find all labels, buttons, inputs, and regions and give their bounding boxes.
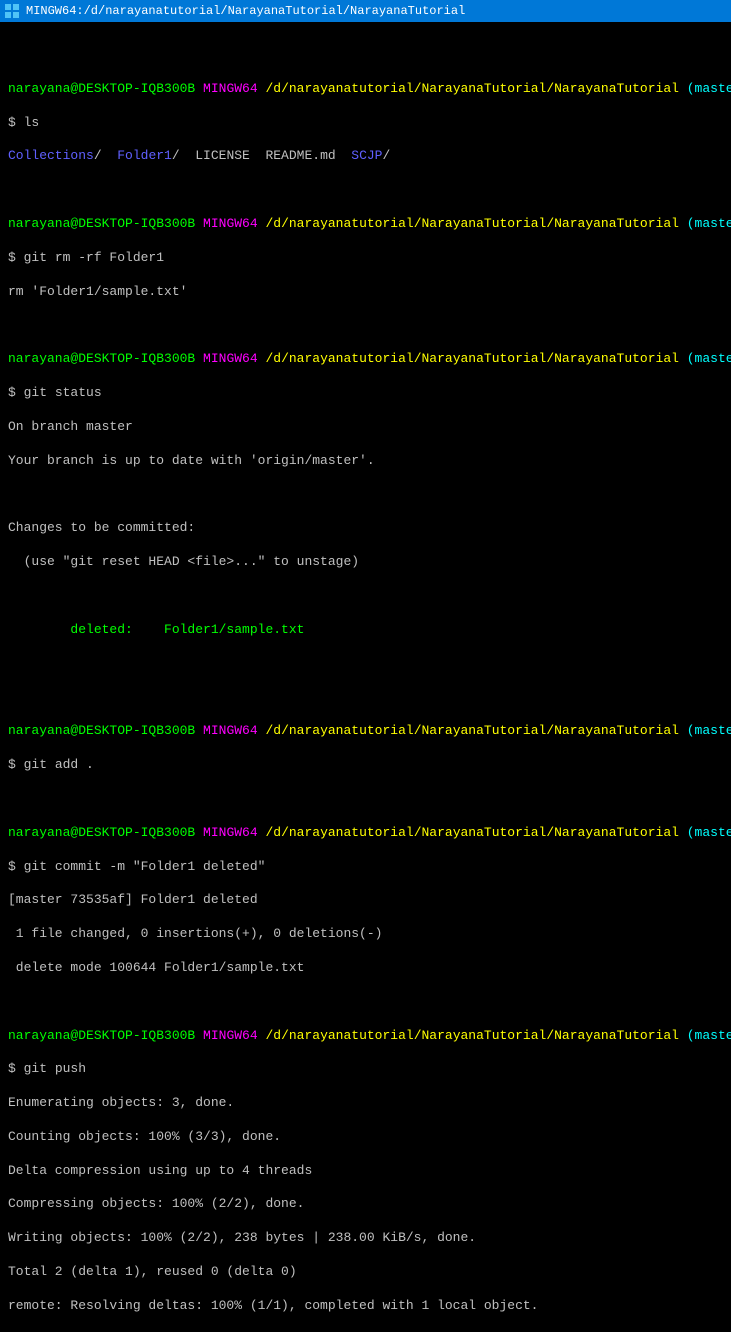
command-line: $ git status: [8, 385, 723, 402]
output-line: On branch master: [8, 419, 723, 436]
command-line: $ ls: [8, 115, 723, 132]
output-line: Writing objects: 100% (2/2), 238 bytes |…: [8, 1230, 723, 1247]
output-line: Delta compression using up to 4 threads: [8, 1163, 723, 1180]
command-line: $ git add .: [8, 757, 723, 774]
command-line: $ git commit -m "Folder1 deleted": [8, 859, 723, 876]
output-line: Collections/ Folder1/ LICENSE README.md …: [8, 148, 723, 165]
command-line: $ git rm -rf Folder1: [8, 250, 723, 267]
output-line: delete mode 100644 Folder1/sample.txt: [8, 960, 723, 977]
output-line: Changes to be committed:: [8, 520, 723, 537]
output-line: Counting objects: 100% (3/3), done.: [8, 1129, 723, 1146]
output-line: Total 2 (delta 1), reused 0 (delta 0): [8, 1264, 723, 1281]
prompt-line: narayana@DESKTOP-IQB300B MINGW64 /d/nara…: [8, 351, 723, 368]
output-line: Your branch is up to date with 'origin/m…: [8, 453, 723, 470]
output-line: Enumerating objects: 3, done.: [8, 1095, 723, 1112]
output-line: 1 file changed, 0 insertions(+), 0 delet…: [8, 926, 723, 943]
window-titlebar[interactable]: MINGW64:/d/narayanatutorial/NarayanaTuto…: [0, 0, 731, 22]
command-line: $ git push: [8, 1061, 723, 1078]
prompt-line: narayana@DESKTOP-IQB300B MINGW64 /d/nara…: [8, 216, 723, 233]
terminal-area[interactable]: narayana@DESKTOP-IQB300B MINGW64 /d/nara…: [0, 22, 731, 1332]
output-line: Compressing objects: 100% (2/2), done.: [8, 1196, 723, 1213]
window-title: MINGW64:/d/narayanatutorial/NarayanaTuto…: [26, 4, 465, 18]
prompt-line: narayana@DESKTOP-IQB300B MINGW64 /d/nara…: [8, 825, 723, 842]
output-line: rm 'Folder1/sample.txt': [8, 284, 723, 301]
prompt-line: narayana@DESKTOP-IQB300B MINGW64 /d/nara…: [8, 81, 723, 98]
output-line: deleted: Folder1/sample.txt: [8, 622, 723, 639]
output-line: [master 73535af] Folder1 deleted: [8, 892, 723, 909]
output-line: (use "git reset HEAD <file>..." to unsta…: [8, 554, 723, 571]
prompt-line: narayana@DESKTOP-IQB300B MINGW64 /d/nara…: [8, 1028, 723, 1045]
app-icon: [4, 3, 20, 19]
output-line: remote: Resolving deltas: 100% (1/1), co…: [8, 1298, 723, 1315]
prompt-line: narayana@DESKTOP-IQB300B MINGW64 /d/nara…: [8, 723, 723, 740]
